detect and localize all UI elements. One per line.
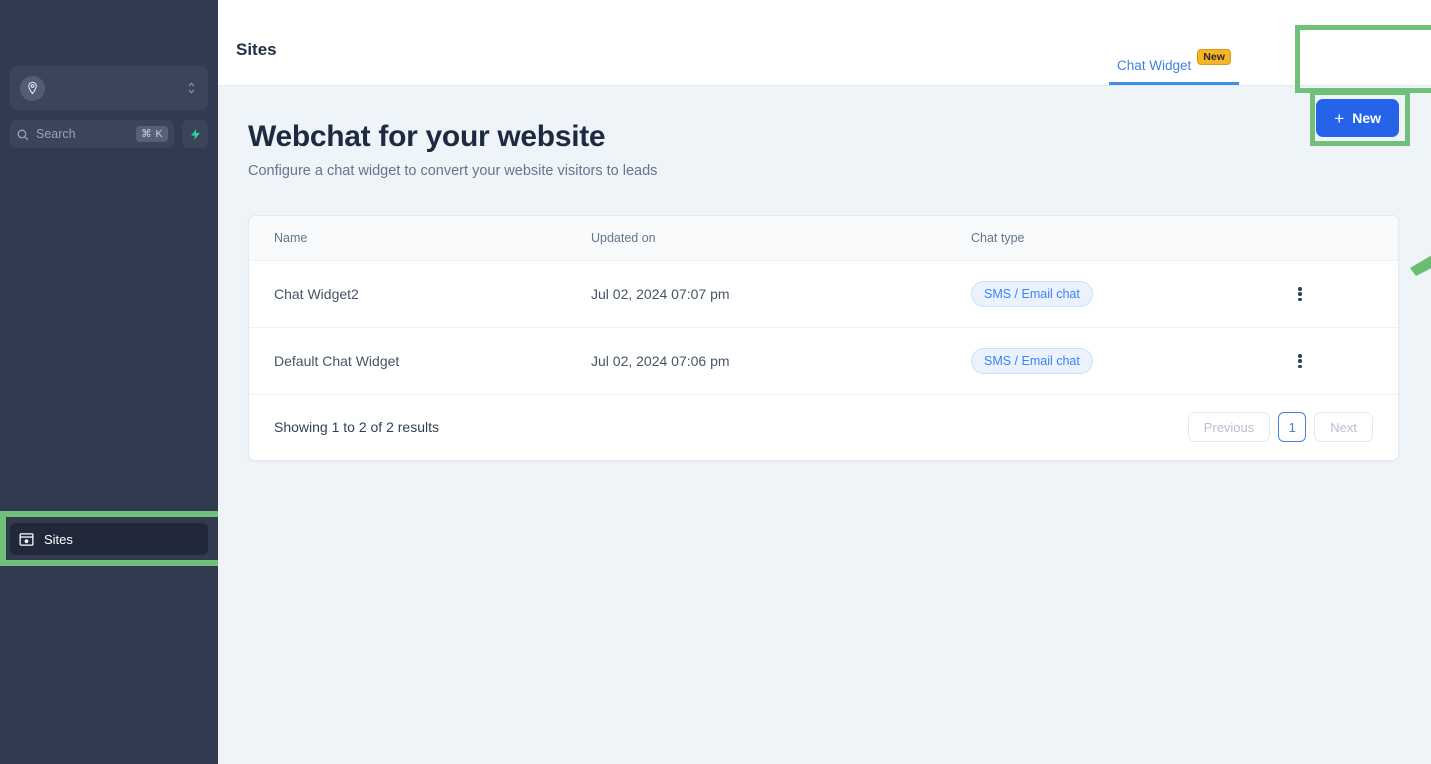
- table-head: Name Updated on Chat type: [249, 216, 1398, 261]
- column-header-name: Name: [249, 216, 591, 261]
- workspace-switcher[interactable]: [10, 66, 208, 110]
- page-breadcrumb-title: Sites: [236, 40, 277, 59]
- cell-actions: [1281, 327, 1398, 395]
- new-button[interactable]: + New: [1316, 99, 1399, 137]
- page-number-1-button[interactable]: 1: [1278, 412, 1307, 442]
- status-badge: SMS / Email chat: [971, 348, 1093, 374]
- page-header: Webchat for your website Configure a cha…: [248, 120, 1399, 179]
- search-shortcut-badge: ⌘ K: [136, 126, 168, 142]
- vertical-dots-icon[interactable]: [1291, 352, 1309, 370]
- search-input[interactable]: Search ⌘ K: [10, 120, 174, 148]
- content-area: Webchat for your website Configure a cha…: [218, 86, 1431, 764]
- chat-widgets-table: Name Updated on Chat type Chat Widget2 J…: [249, 216, 1398, 395]
- previous-page-button[interactable]: Previous: [1187, 412, 1271, 442]
- new-button-label: New: [1352, 110, 1381, 126]
- sidebar-item-sites-wrapper: Sites: [0, 511, 218, 566]
- topbar-tabs: Chat Widget New: [1103, 49, 1245, 85]
- table-header-row: Name Updated on Chat type: [249, 216, 1398, 261]
- cell-updated-on: Jul 02, 2024 07:06 pm: [591, 327, 971, 395]
- sidebar-item-label: Sites: [44, 531, 73, 547]
- sidebar: Search ⌘ K Sites: [0, 0, 218, 764]
- results-count-text: Showing 1 to 2 of 2 results: [274, 419, 439, 435]
- plus-icon: +: [1334, 108, 1345, 128]
- next-page-button[interactable]: Next: [1314, 412, 1373, 442]
- browser-window-icon: [18, 531, 35, 548]
- table-body: Chat Widget2 Jul 02, 2024 07:07 pm SMS /…: [249, 260, 1398, 395]
- tab-chat-widget[interactable]: Chat Widget New: [1103, 49, 1245, 85]
- page-subtitle: Configure a chat widget to convert your …: [248, 163, 658, 179]
- cell-updated-on: Jul 02, 2024 07:07 pm: [591, 260, 971, 328]
- green-arrow-icon: [1410, 255, 1431, 276]
- topbar: Sites Chat Widget New: [218, 0, 1431, 93]
- table-row[interactable]: Default Chat Widget Jul 02, 2024 07:06 p…: [249, 327, 1398, 395]
- table-row[interactable]: Chat Widget2 Jul 02, 2024 07:07 pm SMS /…: [249, 260, 1398, 328]
- chevron-up-down-icon: [184, 78, 198, 98]
- sidebar-item-sites[interactable]: Sites: [10, 523, 208, 555]
- cell-chat-type: SMS / Email chat: [971, 260, 1281, 328]
- pagination: Previous 1 Next: [1187, 412, 1373, 442]
- cell-actions: [1281, 260, 1398, 328]
- location-person-icon: [20, 75, 45, 101]
- column-header-chat-type: Chat type: [971, 216, 1281, 261]
- tab-new-badge: New: [1197, 49, 1231, 65]
- column-header-actions: [1281, 216, 1398, 261]
- search-placeholder: Search: [36, 127, 76, 141]
- main-area: Sites Chat Widget New Webchat for your w…: [218, 0, 1431, 764]
- sidebar-search-row: Search ⌘ K: [10, 120, 208, 148]
- status-badge: SMS / Email chat: [971, 281, 1093, 307]
- lightning-bolt-icon[interactable]: [182, 120, 208, 148]
- page-title: Webchat for your website: [248, 120, 606, 153]
- tab-highlight-annotation: [1295, 25, 1431, 93]
- table-footer: Showing 1 to 2 of 2 results Previous 1 N…: [249, 395, 1398, 460]
- cell-name: Chat Widget2: [249, 260, 591, 328]
- cell-name: Default Chat Widget: [249, 327, 591, 395]
- app-root: Search ⌘ K Sites Sites Chat Widget New W…: [0, 0, 1431, 764]
- search-icon: [16, 128, 29, 141]
- vertical-dots-icon[interactable]: [1291, 285, 1309, 303]
- cell-chat-type: SMS / Email chat: [971, 327, 1281, 395]
- chat-widgets-card: Name Updated on Chat type Chat Widget2 J…: [248, 215, 1399, 461]
- column-header-updated-on: Updated on: [591, 216, 971, 261]
- tab-label: Chat Widget: [1117, 57, 1192, 73]
